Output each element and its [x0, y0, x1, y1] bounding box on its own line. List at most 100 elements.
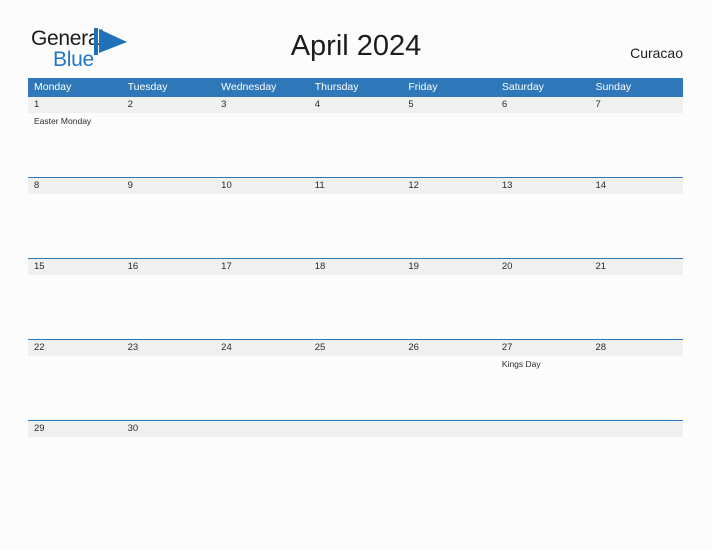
day-number[interactable]: 19 [402, 259, 496, 275]
week-row: 8 9 10 11 12 13 14 [28, 177, 683, 258]
day-number[interactable]: 6 [496, 97, 590, 113]
day-number[interactable] [496, 421, 590, 437]
week-date-band: 29 30 [28, 421, 683, 437]
day-cell[interactable] [589, 275, 683, 339]
day-number[interactable] [589, 421, 683, 437]
day-cell[interactable] [28, 356, 122, 420]
weekday-header-thursday: Thursday [314, 81, 359, 93]
weekday-header-monday: Monday [34, 81, 72, 93]
day-cell[interactable] [589, 437, 683, 501]
day-cell[interactable] [28, 437, 122, 501]
weekday-header-tuesday: Tuesday [127, 81, 168, 93]
page-header: General Blue April 2024 Curacao [0, 0, 712, 78]
day-number[interactable] [309, 421, 403, 437]
day-number[interactable]: 29 [28, 421, 122, 437]
day-cell[interactable] [402, 275, 496, 339]
day-cell[interactable] [589, 113, 683, 177]
event-label: Kings Day [501, 359, 541, 369]
day-number[interactable]: 2 [122, 97, 216, 113]
day-cell[interactable] [496, 194, 590, 258]
day-number[interactable]: 21 [589, 259, 683, 275]
week-row: 1 2 3 4 5 6 7 Easter Monday [28, 97, 683, 177]
day-number[interactable]: 1 [28, 97, 122, 113]
day-number[interactable]: 20 [496, 259, 590, 275]
week-event-band [28, 437, 683, 501]
day-cell[interactable] [496, 275, 590, 339]
day-cell[interactable] [122, 113, 216, 177]
day-number[interactable]: 5 [402, 97, 496, 113]
day-number[interactable]: 7 [589, 97, 683, 113]
day-cell[interactable] [28, 194, 122, 258]
day-cell[interactable] [122, 275, 216, 339]
week-event-band: Kings Day [28, 356, 683, 420]
day-cell[interactable] [215, 356, 309, 420]
day-number[interactable]: 12 [402, 178, 496, 194]
day-number[interactable]: 8 [28, 178, 122, 194]
day-number[interactable] [215, 421, 309, 437]
day-cell[interactable] [122, 356, 216, 420]
day-cell[interactable]: Easter Monday [28, 113, 122, 177]
day-cell[interactable] [589, 194, 683, 258]
weekday-header-row: Monday Tuesday Wednesday Thursday Friday… [28, 78, 683, 97]
day-number[interactable]: 27 [496, 340, 590, 356]
calendar-grid: Monday Tuesday Wednesday Thursday Friday… [28, 78, 683, 501]
week-row: 29 30 [28, 420, 683, 501]
week-event-band: Easter Monday [28, 113, 683, 177]
region-label: Curacao [630, 45, 683, 61]
day-number[interactable]: 13 [496, 178, 590, 194]
day-number[interactable]: 4 [309, 97, 403, 113]
day-cell[interactable] [589, 356, 683, 420]
day-cell[interactable] [496, 437, 590, 501]
day-cell[interactable] [215, 113, 309, 177]
weekday-header-sunday: Sunday [595, 81, 632, 93]
week-event-band [28, 194, 683, 258]
week-event-band [28, 275, 683, 339]
day-cell[interactable] [122, 194, 216, 258]
day-number[interactable]: 23 [122, 340, 216, 356]
day-cell[interactable] [215, 275, 309, 339]
week-date-band: 1 2 3 4 5 6 7 [28, 97, 683, 113]
calendar-page: General Blue April 2024 Curacao Monday T… [0, 0, 712, 550]
day-number[interactable]: 30 [122, 421, 216, 437]
day-cell[interactable] [215, 437, 309, 501]
weekday-header-saturday: Saturday [501, 81, 544, 93]
day-number[interactable]: 28 [589, 340, 683, 356]
day-number[interactable]: 16 [122, 259, 216, 275]
day-cell[interactable]: Kings Day [496, 356, 590, 420]
day-cell[interactable] [402, 356, 496, 420]
day-number[interactable]: 14 [589, 178, 683, 194]
day-cell[interactable] [496, 113, 590, 177]
day-cell[interactable] [122, 437, 216, 501]
day-number[interactable]: 9 [122, 178, 216, 194]
day-cell[interactable] [402, 194, 496, 258]
week-row: 22 23 24 25 26 27 28 Kings Day [28, 339, 683, 420]
day-cell[interactable] [309, 437, 403, 501]
day-number[interactable]: 11 [309, 178, 403, 194]
week-row: 15 16 17 18 19 20 21 [28, 258, 683, 339]
day-cell[interactable] [309, 275, 403, 339]
page-title: April 2024 [290, 30, 422, 62]
day-cell[interactable] [402, 113, 496, 177]
day-cell[interactable] [309, 356, 403, 420]
day-number[interactable]: 15 [28, 259, 122, 275]
day-number[interactable]: 17 [215, 259, 309, 275]
day-cell[interactable] [309, 194, 403, 258]
day-cell[interactable] [215, 194, 309, 258]
day-number[interactable]: 3 [215, 97, 309, 113]
day-cell[interactable] [402, 437, 496, 501]
day-number[interactable]: 22 [28, 340, 122, 356]
day-number[interactable]: 24 [215, 340, 309, 356]
event-label: Easter Monday [34, 116, 92, 126]
day-cell[interactable] [28, 275, 122, 339]
day-number[interactable]: 26 [402, 340, 496, 356]
week-date-band: 8 9 10 11 12 13 14 [28, 178, 683, 194]
week-date-band: 15 16 17 18 19 20 21 [28, 259, 683, 275]
day-number[interactable] [402, 421, 496, 437]
weekday-header-friday: Friday [408, 81, 438, 93]
weekday-header-wednesday: Wednesday [221, 81, 277, 93]
day-number[interactable]: 18 [309, 259, 403, 275]
day-cell[interactable] [309, 113, 403, 177]
day-number[interactable]: 10 [215, 178, 309, 194]
day-number[interactable]: 25 [309, 340, 403, 356]
week-date-band: 22 23 24 25 26 27 28 [28, 340, 683, 356]
